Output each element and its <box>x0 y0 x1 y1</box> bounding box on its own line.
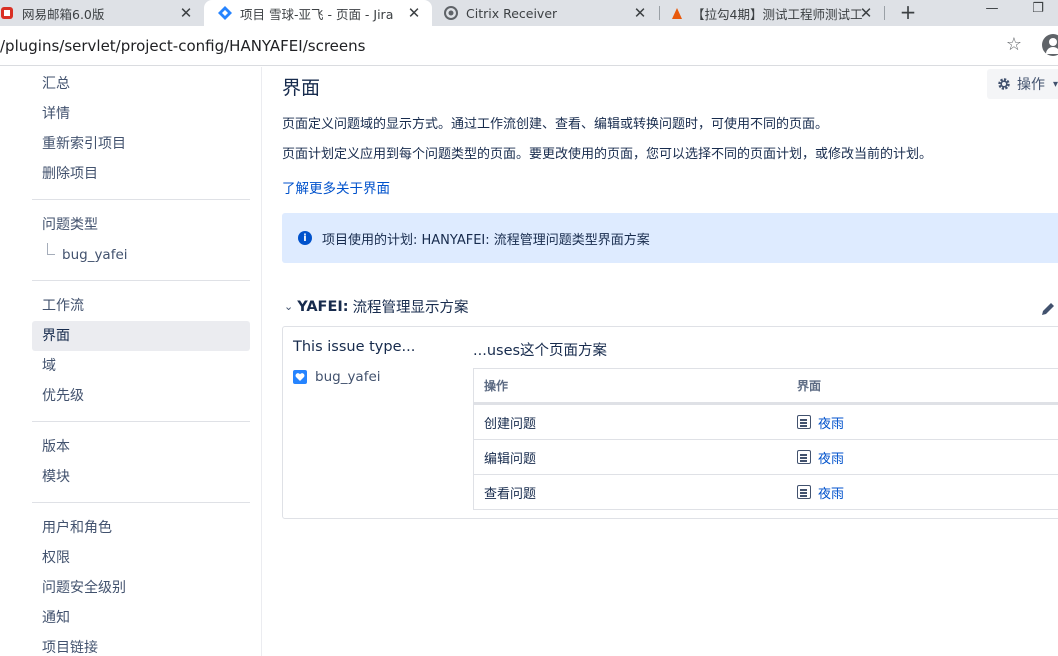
scheme-header[interactable]: ⌄ YAFEI: 流程管理显示方案 <box>284 296 469 317</box>
sidebar-divider <box>32 502 250 503</box>
tab-separator <box>884 6 885 20</box>
sidebar-item-components[interactable]: 模块 <box>32 462 250 492</box>
new-tab-button[interactable]: + <box>896 0 920 26</box>
tab-netease-mail[interactable]: 网易邮箱6.0版 ✕ <box>0 0 204 26</box>
bug-heart-icon <box>293 370 307 384</box>
scheme-info-panel: i 项目使用的计划: HANYAFEI: 流程管理问题类型界面方案 <box>282 213 1058 263</box>
sidebar-item-summary[interactable]: 汇总 <box>32 69 250 99</box>
actions-label: 操作 <box>1017 77 1045 93</box>
bookmark-star-icon[interactable]: ☆ <box>1004 35 1024 55</box>
column-header-operation: 操作 <box>484 379 509 393</box>
tab-jira[interactable]: 项目 雪球-亚飞 - 页面 - Jira ✕ <box>204 0 432 26</box>
tab-lagou[interactable]: 【拉勾4期】测试工程师测试工 ✕ <box>660 0 884 26</box>
scheme-description: 页面计划定义应用到每个问题类型的页面。要更改使用的页面，您可以选择不同的页面计划… <box>282 147 933 162</box>
tab-citrix[interactable]: Citrix Receiver ✕ <box>432 0 658 26</box>
scheme-name: 流程管理显示方案 <box>352 300 469 316</box>
lagou-favicon-icon <box>670 6 684 20</box>
screen-icon <box>797 485 811 499</box>
screen-link[interactable]: 夜雨 <box>797 448 844 467</box>
column-header-screen: 界面 <box>797 379 822 393</box>
actions-button[interactable]: 操作 ▾ <box>987 69 1058 99</box>
main-content: 界面 操作 ▾ 页面定义问题域的显示方式。通过工作流创建、查看、编辑或转换问题时… <box>262 67 1058 656</box>
sidebar-item-notifications[interactable]: 通知 <box>32 603 250 633</box>
issue-type-name: bug_yafei <box>315 369 381 385</box>
issue-type-item: bug_yafei <box>293 369 381 385</box>
sidebar-item-workflows[interactable]: 工作流 <box>32 291 250 321</box>
sidebar-item-users-roles[interactable]: 用户和角色 <box>32 513 250 543</box>
screen-icon <box>797 450 811 464</box>
sidebar-item-fields[interactable]: 域 <box>32 351 250 381</box>
screen-link[interactable]: 夜雨 <box>797 483 844 502</box>
close-icon[interactable]: ✕ <box>178 4 194 22</box>
operation-cell: 创建问题 <box>484 416 537 432</box>
sidebar-item-screens[interactable]: 界面 <box>32 321 250 351</box>
sidebar-subitem-bug-yafei[interactable]: bug_yafei <box>62 244 128 266</box>
project-settings-sidebar: 汇总 详情 重新索引项目 删除项目 问题类型 bug_yafei 工作流 界面 … <box>0 67 262 656</box>
page-title: 界面 <box>282 77 321 99</box>
operation-cell: 查看问题 <box>484 486 537 502</box>
sidebar-divider <box>32 280 250 281</box>
sidebar-item-issue-security[interactable]: 问题安全级别 <box>32 573 250 603</box>
close-icon[interactable]: ✕ <box>406 4 422 22</box>
sidebar-item-priorities[interactable]: 优先级 <box>32 381 250 411</box>
table-row: 查看问题 夜雨 <box>474 474 1058 509</box>
learn-more-link[interactable]: 了解更多关于界面 <box>282 177 390 197</box>
tree-connector <box>47 243 55 255</box>
table-row: 编辑问题 夜雨 <box>474 439 1058 474</box>
scheme-prefix: YAFEI: <box>297 298 349 315</box>
browser-tab-bar: 网易邮箱6.0版 ✕ 项目 雪球-亚飞 - 页面 - Jira ✕ Citrix… <box>0 0 1058 26</box>
screen-scheme-column-head: ...uses这个页面方案 <box>473 343 608 359</box>
scheme-info-text: 项目使用的计划: HANYAFEI: 流程管理问题类型界面方案 <box>322 232 650 248</box>
sidebar-item-permissions[interactable]: 权限 <box>32 543 250 573</box>
gear-icon <box>997 77 1011 91</box>
edit-pencil-icon[interactable] <box>1040 301 1056 317</box>
chevron-down-icon: ⌄ <box>284 300 294 313</box>
issue-type-column-head: This issue type... <box>293 339 416 355</box>
sidebar-item-reindex[interactable]: 重新索引项目 <box>32 129 250 159</box>
screens-table: 操作 界面 创建问题 夜雨 编辑问题 夜雨 查看问题 夜雨 <box>473 368 1058 510</box>
sidebar-item-project-links[interactable]: 项目链接 <box>32 633 250 656</box>
screen-link[interactable]: 夜雨 <box>797 413 844 432</box>
tab-title: Citrix Receiver <box>466 5 558 21</box>
address-bar: /plugins/servlet/project-config/HANYAFEI… <box>0 26 1058 66</box>
minimize-button[interactable]: — <box>972 0 1012 22</box>
sidebar-item-issue-types[interactable]: 问题类型 <box>32 210 250 240</box>
mail-favicon-icon <box>0 6 14 20</box>
sidebar-divider <box>32 199 250 200</box>
profile-avatar-icon[interactable] <box>1042 34 1058 56</box>
operation-cell: 编辑问题 <box>484 451 537 467</box>
tab-title: 【拉勾4期】测试工程师测试工 <box>692 6 862 22</box>
table-header-row: 操作 界面 <box>474 369 1058 404</box>
restore-button[interactable]: ❐ <box>1018 0 1058 22</box>
tab-title: 项目 雪球-亚飞 - 页面 - Jira <box>240 6 394 22</box>
url-field[interactable]: /plugins/servlet/project-config/HANYAFEI… <box>0 26 1000 66</box>
close-icon[interactable]: ✕ <box>632 4 648 22</box>
screens-description: 页面定义问题域的显示方式。通过工作流创建、查看、编辑或转换问题时，可使用不同的页… <box>282 117 829 132</box>
tab-title: 网易邮箱6.0版 <box>22 6 105 22</box>
sidebar-divider <box>32 421 250 422</box>
scheme-mapping-box: This issue type... ...uses这个页面方案 bug_yaf… <box>282 326 1058 519</box>
screen-icon <box>797 415 811 429</box>
chevron-down-icon: ▾ <box>1053 78 1058 90</box>
screen-name: 夜雨 <box>818 451 845 467</box>
close-icon[interactable]: ✕ <box>858 4 874 22</box>
table-row: 创建问题 夜雨 <box>474 404 1058 439</box>
sidebar-item-versions[interactable]: 版本 <box>32 432 250 462</box>
sidebar-item-delete-project[interactable]: 删除项目 <box>32 159 250 189</box>
info-icon: i <box>298 231 312 245</box>
sidebar-item-details[interactable]: 详情 <box>32 99 250 129</box>
citrix-favicon-icon <box>444 6 458 20</box>
screen-name: 夜雨 <box>818 486 845 502</box>
screen-name: 夜雨 <box>818 416 845 432</box>
jira-favicon-icon <box>218 6 232 20</box>
